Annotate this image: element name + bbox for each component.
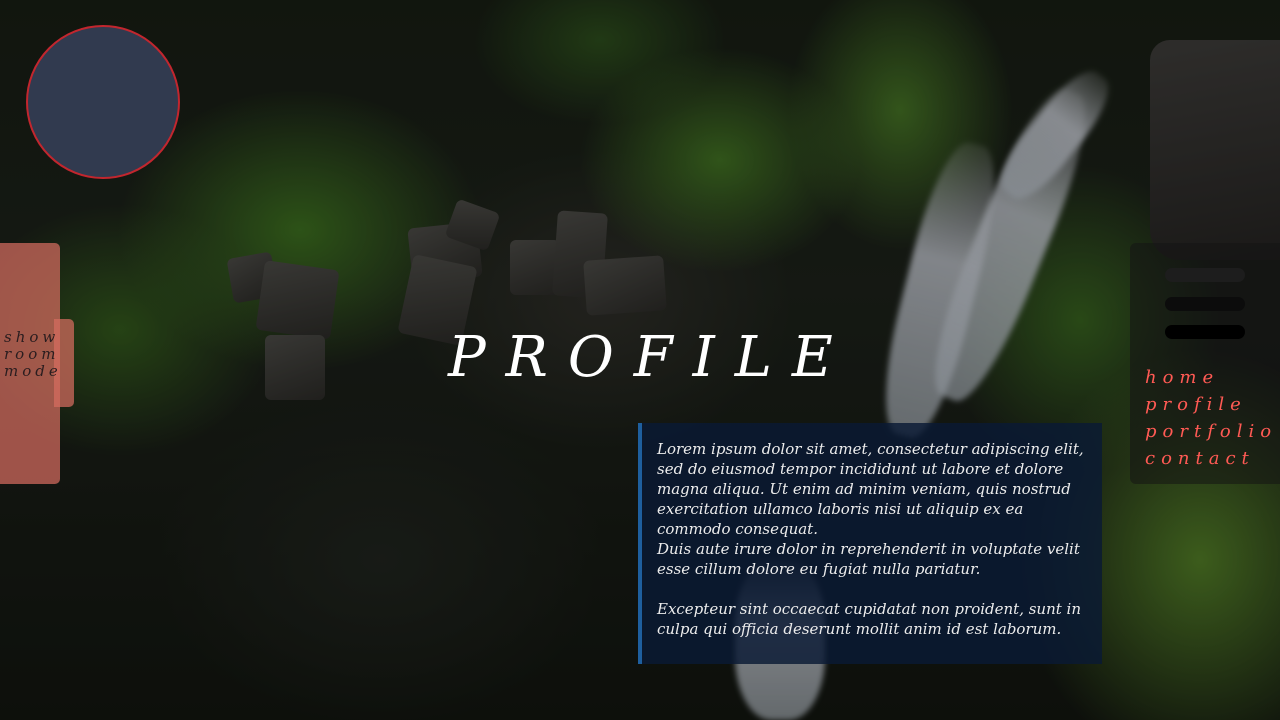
- logo-circle[interactable]: [26, 25, 180, 179]
- mode-line: room: [4, 345, 60, 363]
- hamburger-menu-icon[interactable]: [1165, 268, 1245, 340]
- mode-line: show: [4, 328, 60, 346]
- profile-paragraph: Excepteur sint occaecat cupidatat non pr…: [657, 600, 1082, 638]
- mode-line: mode: [4, 362, 62, 380]
- nav-link-contact[interactable]: contact: [1145, 445, 1277, 472]
- profile-paragraph: Lorem ipsum dolor sit amet, consectetur …: [657, 440, 1084, 538]
- nav-link-home[interactable]: home: [1145, 364, 1277, 391]
- profile-paragraph: Duis aute irure dolor in reprehenderit i…: [657, 540, 1080, 578]
- profile-text-card: Lorem ipsum dolor sit amet, consectetur …: [638, 423, 1102, 664]
- nav-link-portfolio[interactable]: portfolio: [1145, 418, 1277, 445]
- page-title: PROFILE: [448, 325, 853, 390]
- nav-link-profile[interactable]: profile: [1145, 391, 1277, 418]
- nav-menu: home profile portfolio contact: [1145, 364, 1277, 472]
- showroom-mode-label[interactable]: show room mode: [4, 329, 62, 380]
